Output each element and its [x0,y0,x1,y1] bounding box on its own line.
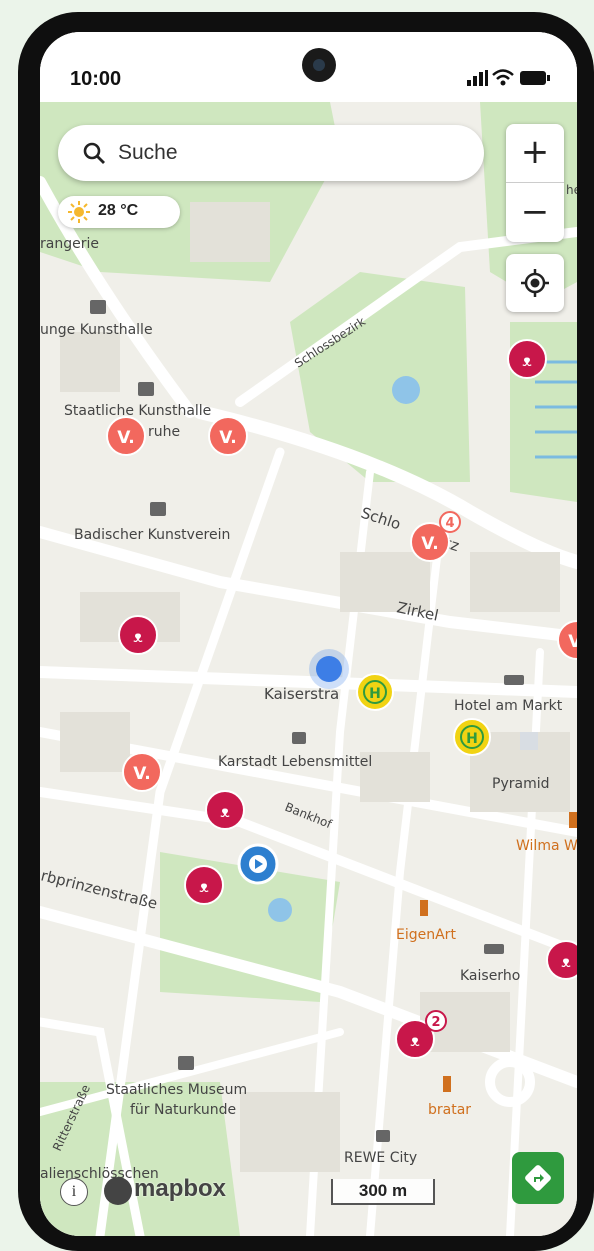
label-museum-2: für Naturkunde [130,1102,236,1118]
directions-button[interactable] [512,1152,564,1204]
hotel-icon [504,675,524,685]
bus-stop-marker[interactable]: H [356,673,394,711]
shop-icon [292,732,306,744]
temperature: 28 °C [98,202,139,219]
user-location-dot [316,656,342,682]
museum-icon [138,382,154,396]
label-he: he [566,183,577,197]
label-orangerie: rangerie [40,236,99,252]
wifi-icon [492,69,514,86]
label-eigenart: EigenArt [396,927,456,943]
status-bar: 10:00 [40,32,577,102]
battery-icon [520,71,550,85]
search-input[interactable]: Suche [118,141,178,165]
play-marker[interactable] [237,843,279,885]
label-kaiserhof: Kaiserho [460,968,520,984]
scale-label: 300 m [358,1181,408,1200]
voi-marker[interactable]: V. [122,752,162,792]
restaurant-icon [443,1076,451,1092]
shop-icon [376,1130,390,1142]
bike-marker[interactable]: ᴥ [205,790,245,830]
mapbox-logo: mapbox [134,1175,227,1202]
svg-text:V.: V. [133,764,150,784]
fountain [392,376,420,404]
restaurant-icon [420,900,428,916]
label-bratar: bratar [428,1102,471,1118]
voi-marker[interactable]: V. [208,416,248,456]
museum-icon [90,300,106,314]
bike-marker[interactable]: ᴥ [546,940,577,980]
bike-marker[interactable]: ᴥ [118,615,158,655]
label-junge-kunsthalle: unge Kunsthalle [40,322,153,338]
svg-text:ᴥ: ᴥ [199,877,209,896]
svg-text:ᴥ: ᴥ [522,351,532,370]
hotel-icon [484,944,504,954]
zoom-in-button[interactable]: + [506,124,564,182]
svg-text:ᴥ: ᴥ [561,952,571,971]
info-button[interactable]: i [60,1178,88,1206]
svg-text:V.: V. [117,428,134,448]
directions-icon [525,1165,551,1191]
label-hotel-am-markt: Hotel am Markt [454,698,563,714]
svg-text:V.: V. [421,534,438,554]
pyramid-square [520,732,538,750]
svg-text:ᴥ: ᴥ [220,802,230,821]
pond [268,898,292,922]
svg-text:H: H [466,731,478,747]
zoom-controls: + − [506,124,564,242]
bike-marker[interactable]: ᴥ [184,865,224,905]
zoom-divider [506,182,564,183]
search-bar[interactable]: Suche [58,125,484,181]
locate-button[interactable] [506,254,564,312]
weather-chip[interactable]: 28 °C [58,196,180,228]
voi-marker[interactable]: V. [106,416,146,456]
camera-notch [302,48,336,82]
restaurant-icon [569,812,577,828]
museum-icon [150,502,166,516]
label-staatliche-kunsthalle: Staatliche Kunsthalle [64,403,211,419]
sun-icon [68,201,90,223]
voi-cluster-count: 4 [445,516,454,531]
svg-text:ᴥ: ᴥ [133,627,143,646]
signal-icon [467,70,488,86]
label-karstadt: Karstadt Lebensmittel [218,754,372,770]
scale-bar: 300 m [331,1179,435,1205]
zoom-out-button[interactable]: − [506,184,564,242]
svg-text:V.: V. [219,428,236,448]
label-wilma: Wilma W [516,838,577,854]
museum-icon [178,1056,194,1070]
screen: rangerie unge Kunsthalle Staatliche Kuns… [40,32,577,1236]
bike-marker[interactable]: ᴥ [507,339,547,379]
svg-text:H: H [369,686,381,702]
bus-stop-marker[interactable]: H [453,718,491,756]
phone-frame: rangerie unge Kunsthalle Staatliche Kuns… [18,12,594,1251]
status-time: 10:00 [70,68,122,90]
svg-text:V.: V. [568,632,577,652]
mapbox-logo-icon [104,1177,132,1205]
label-badischer-kunstverein: Badischer Kunstverein [74,527,230,543]
label-museum-1: Staatliches Museum [106,1082,247,1098]
svg-text:ᴥ: ᴥ [410,1031,420,1050]
locate-icon [521,269,549,297]
search-icon [83,142,105,164]
bike-cluster-count: 2 [431,1015,440,1030]
label-rewe: REWE City [344,1150,417,1166]
label-pyramid: Pyramid [492,776,549,792]
label-kunsthalle-2: ruhe [148,424,180,440]
